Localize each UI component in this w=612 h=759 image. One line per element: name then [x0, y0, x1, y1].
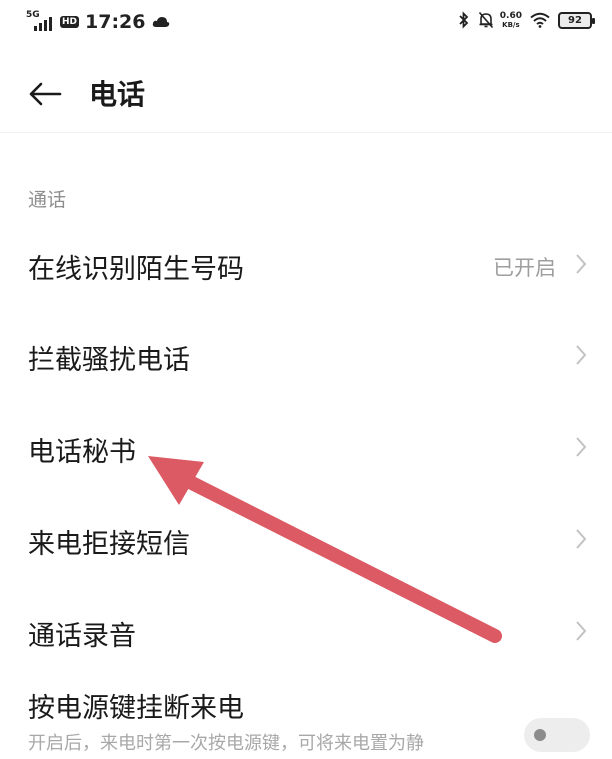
- setting-label: 按电源键挂断来电: [28, 693, 244, 724]
- setting-row-reject-sms[interactable]: 来电拒接短信: [0, 505, 612, 575]
- setting-row-power-key-hangup: 按电源键挂断来电 开启后，来电时第一次按电源键，可将来电置为静: [0, 680, 612, 759]
- arrow-left-icon: [29, 82, 62, 106]
- hd-badge: HD: [60, 16, 80, 28]
- setting-row-block-spam[interactable]: 拦截骚扰电话: [0, 321, 612, 391]
- network-speed-unit: KB/s: [502, 20, 520, 29]
- chevron-right-icon: [576, 345, 587, 365]
- chevron-right-icon: [576, 254, 587, 274]
- phone-settings-screen: 5G HD 17:26 0.60 KB/s 92 电话 通话 在线识别陌生号码 …: [0, 0, 612, 759]
- clock: 17:26: [85, 11, 146, 33]
- bluetooth-icon: [459, 11, 469, 29]
- setting-label: 来电拒接短信: [28, 529, 190, 560]
- battery-level: 92: [568, 14, 582, 26]
- status-bar-left: 5G HD 17:26: [26, 10, 170, 33]
- app-header: 电话: [0, 60, 612, 126]
- header-divider: [0, 132, 612, 133]
- wifi-icon: [530, 12, 550, 28]
- setting-row-call-recording[interactable]: 通话录音: [0, 597, 612, 667]
- page-title: 电话: [89, 78, 146, 111]
- mute-icon: [478, 11, 493, 29]
- toggle-knob: [534, 729, 546, 741]
- battery-icon: 92: [558, 11, 595, 29]
- chevron-right-icon: [576, 621, 587, 641]
- network-speed-value: 0.60: [499, 10, 522, 21]
- power-key-hangup-toggle[interactable]: [524, 718, 590, 752]
- chevron-right-icon: [576, 529, 587, 549]
- weather-icon: [152, 17, 169, 27]
- status-bar-right: 0.60 KB/s 92: [450, 10, 595, 29]
- setting-label: 在线识别陌生号码: [28, 254, 244, 285]
- setting-row-online-id[interactable]: 在线识别陌生号码 已开启: [0, 230, 612, 300]
- chevron-right-icon: [576, 437, 587, 457]
- network-speed: 0.60 KB/s: [499, 10, 522, 29]
- back-button[interactable]: [28, 78, 68, 110]
- setting-description: 开启后，来电时第一次按电源键，可将来电置为静: [28, 733, 424, 754]
- setting-label: 通话录音: [28, 621, 136, 652]
- section-label-calls: 通话: [28, 189, 67, 211]
- status-bar: 5G HD 17:26 0.60 KB/s 92: [0, 0, 612, 46]
- setting-label: 拦截骚扰电话: [28, 345, 190, 376]
- signal-icon: 5G: [26, 10, 56, 33]
- setting-status: 已开启: [493, 256, 556, 280]
- network-type: 5G: [26, 10, 40, 20]
- setting-row-call-secretary[interactable]: 电话秘书: [0, 413, 612, 483]
- setting-label: 电话秘书: [28, 437, 136, 468]
